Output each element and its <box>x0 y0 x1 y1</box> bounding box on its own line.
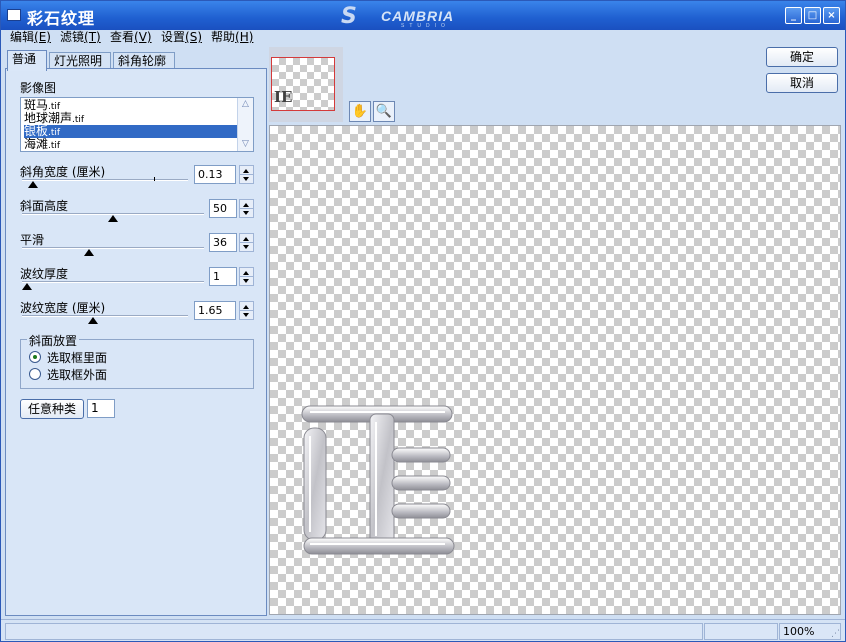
menu-filter[interactable]: 滤镜(T) <box>60 30 101 44</box>
tab-strip: 普通 灯光照明 斜角轮廓 <box>5 50 267 71</box>
status-info <box>704 623 778 640</box>
menu-filter-key: (T) <box>84 30 101 44</box>
cancel-button[interactable]: 取消 <box>766 73 838 93</box>
navigator-panel: IE <box>269 47 343 122</box>
smooth-input[interactable]: 36 <box>209 233 237 252</box>
ripple-thickness-label: 波纹厚度 <box>20 267 69 281</box>
radio-outside-marquee[interactable] <box>29 368 41 380</box>
menu-edit[interactable]: 编辑(E) <box>10 30 51 44</box>
menu-view-key: (V) <box>134 30 152 44</box>
status-bar: 100% ⋰ <box>1 619 845 641</box>
smooth-label: 平滑 <box>20 233 45 247</box>
menu-help-key: (H) <box>235 30 254 44</box>
bevel-width-slider[interactable] <box>22 179 188 181</box>
brand-mark-icon: S <box>341 4 357 29</box>
scroll-down-icon[interactable]: ▽ <box>239 138 252 150</box>
ripple-width-label: 波纹宽度 (厘米) <box>20 301 106 315</box>
list-item-ext: .tif <box>48 128 61 138</box>
menu-help[interactable]: 帮助(H) <box>211 30 253 44</box>
title-bar[interactable]: 彩石纹理 S CAMBRIA STUDIO _ □ × <box>1 1 845 30</box>
list-item-ext: .tif <box>48 141 61 151</box>
zoom-tool-icon[interactable]: 🔍 <box>373 101 395 122</box>
ripple-thickness-slider-thumb[interactable] <box>22 283 32 290</box>
image-map-label: 影像图 <box>20 81 57 95</box>
random-variant-input[interactable]: 1 <box>87 399 115 418</box>
maximize-button[interactable]: □ <box>804 7 821 24</box>
settings-panel: 普通 灯光照明 斜角轮廓 影像图 斑马.tif 地球潮声.tif 银板.tif … <box>3 47 267 617</box>
image-map-list[interactable]: 斑马.tif 地球潮声.tif 银板.tif 海滩.tif △ ▽ <box>20 97 254 152</box>
smooth-slider-thumb[interactable] <box>84 249 94 256</box>
ripple-width-slider-thumb[interactable] <box>88 317 98 324</box>
brand-name: CAMBRIA <box>381 8 455 24</box>
menu-settings[interactable]: 设置(S) <box>161 30 202 44</box>
thumbnail-text: IE <box>274 88 293 106</box>
list-item[interactable]: 地球潮声.tif <box>24 111 238 126</box>
preview-canvas[interactable] <box>269 125 841 615</box>
status-message <box>5 623 703 640</box>
list-item-name: 海滩 <box>24 137 49 151</box>
ripple-thickness-input[interactable]: 1 <box>209 267 237 286</box>
brand-sub: STUDIO <box>401 23 450 29</box>
random-variant-button[interactable]: 任意种类 <box>20 399 84 419</box>
ripple-width-slider[interactable] <box>22 315 188 317</box>
scroll-up-icon[interactable]: △ <box>239 98 252 110</box>
menu-view-label: 查看 <box>110 30 135 44</box>
window-title: 彩石纹理 <box>27 9 96 28</box>
stone-texture-preview <box>301 405 455 555</box>
hand-tool-icon[interactable]: ✋ <box>349 101 371 122</box>
bevel-height-spinner[interactable] <box>239 199 254 218</box>
bevel-width-spinner[interactable] <box>239 165 254 184</box>
list-item-name: 斑马 <box>24 98 49 112</box>
navigator-thumbnail[interactable]: IE <box>271 57 335 111</box>
bevel-placement-title: 斜面放置 <box>27 332 80 349</box>
radio-outside-label[interactable]: 选取框外面 <box>47 366 107 383</box>
smooth-spinner[interactable] <box>239 233 254 252</box>
menu-help-label: 帮助 <box>211 30 236 44</box>
close-button[interactable]: × <box>823 7 840 24</box>
radio-inside-marquee[interactable] <box>29 351 41 363</box>
list-item-name: 地球潮声 <box>24 111 73 125</box>
ripple-thickness-spinner[interactable] <box>239 267 254 286</box>
bevel-width-label: 斜角宽度 (厘米) <box>20 165 106 179</box>
bevel-width-slider-thumb[interactable] <box>28 181 38 188</box>
ok-button[interactable]: 确定 <box>766 47 838 67</box>
minimize-button[interactable]: _ <box>785 7 802 24</box>
smooth-slider[interactable] <box>22 247 204 249</box>
bevel-placement-group: 斜面放置 选取框里面 选取框外面 <box>20 332 254 389</box>
list-item-selected[interactable]: 银板.tif <box>24 125 238 138</box>
menu-bar: 编辑(E) 滤镜(T) 查看(V) 设置(S) 帮助(H) <box>1 30 845 46</box>
bevel-height-slider-thumb[interactable] <box>108 215 118 222</box>
menu-settings-label: 设置 <box>161 30 186 44</box>
bevel-height-label: 斜面高度 <box>20 199 69 213</box>
radio-inside-label[interactable]: 选取框里面 <box>47 349 107 366</box>
slider-tick <box>154 177 155 181</box>
app-window: 彩石纹理 S CAMBRIA STUDIO _ □ × 编辑(E) 滤镜(T) … <box>0 0 846 642</box>
menu-view[interactable]: 查看(V) <box>110 30 152 44</box>
list-item-ext: .tif <box>72 115 85 125</box>
menu-filter-label: 滤镜 <box>60 30 85 44</box>
bevel-height-input[interactable]: 50 <box>209 199 237 218</box>
bevel-width-input[interactable]: 0.13 <box>194 165 236 184</box>
resize-grip-icon[interactable]: ⋰ <box>831 629 841 639</box>
menu-edit-label: 编辑 <box>10 30 35 44</box>
list-scrollbar[interactable]: △ ▽ <box>237 98 253 151</box>
app-window-icon <box>7 9 21 21</box>
cambria-logo: S CAMBRIA STUDIO <box>341 4 491 29</box>
ripple-width-input[interactable]: 1.65 <box>194 301 236 320</box>
list-item[interactable]: 海滩.tif <box>24 137 238 152</box>
list-item-name: 银板 <box>24 124 49 138</box>
menu-edit-key: (E) <box>34 30 51 44</box>
ripple-thickness-slider[interactable] <box>22 281 204 283</box>
ripple-width-spinner[interactable] <box>239 301 254 320</box>
tab-panel-general: 影像图 斑马.tif 地球潮声.tif 银板.tif 海滩.tif △ ▽ 斜角… <box>5 68 267 616</box>
tab-general[interactable]: 普通 <box>7 50 47 71</box>
menu-settings-key: (S) <box>185 30 202 44</box>
